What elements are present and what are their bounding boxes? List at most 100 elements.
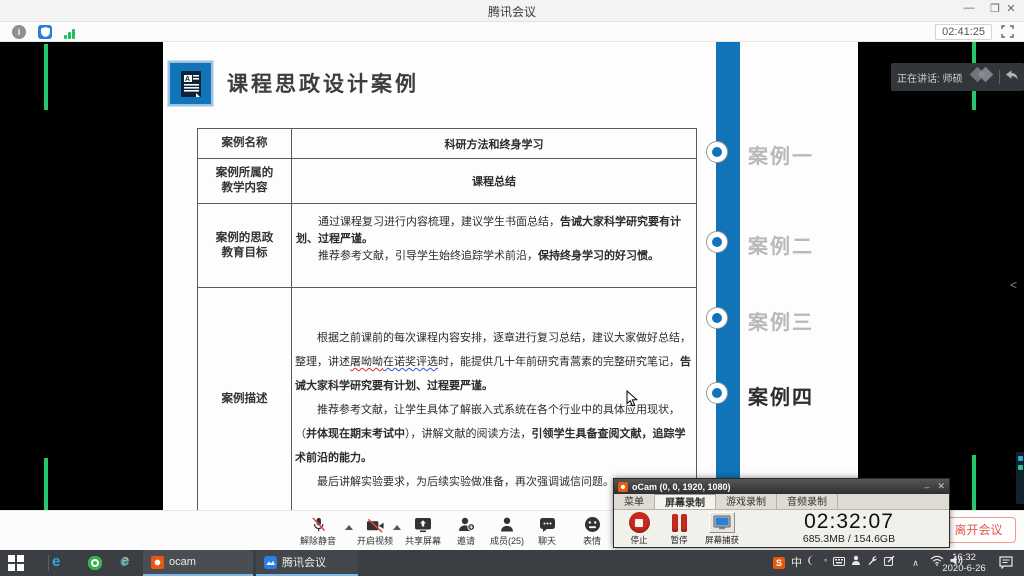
case-table: 案例名称 科研方法和终身学习 案例所属的教学内容 课程总结 案例的思政教育目标 …	[197, 128, 697, 510]
text-segment: 通过课程复习进行内容梳理，建议学生书面总结，	[318, 216, 560, 228]
document-icon: A	[168, 61, 213, 106]
text-segment: 推荐参考文献，引导学生始终追踪学术前沿，	[318, 250, 538, 262]
recording-size: 685.3MB / 154.6GB	[754, 533, 944, 545]
clock-time: 16:32	[938, 552, 990, 563]
ocam-tab-screen-record[interactable]: 屏幕录制	[655, 494, 716, 509]
unmute-button[interactable]: 解除静音	[295, 515, 341, 547]
clock-date: 2020-6-26	[938, 563, 990, 574]
moon-icon[interactable]	[808, 550, 818, 576]
smiley-icon	[569, 515, 615, 533]
ocam-tab-game-record[interactable]: 游戏录制	[716, 494, 777, 509]
stop-icon	[629, 512, 650, 533]
fullscreen-icon[interactable]	[1001, 25, 1014, 43]
taskbar-clock[interactable]: 16:32 2020-6-26	[938, 552, 990, 574]
ocam-tab-audio-record[interactable]: 音频录制	[777, 494, 838, 509]
shield-icon[interactable]	[38, 25, 52, 39]
ocam-title: oCam (0, 0, 1920, 1080)	[632, 482, 916, 492]
mic-muted-icon	[295, 515, 341, 533]
row-value: 通过课程复习进行内容梳理，建议学生书面总结，告诫大家科学研究要有计划、过程严谨。…	[292, 204, 697, 287]
ocam-window[interactable]: oCam (0, 0, 1920, 1080) – ✕ 菜单 屏幕录制 游戏录制…	[613, 478, 950, 548]
taskbar-item-ocam[interactable]: ocam	[143, 550, 253, 576]
divider	[999, 70, 1000, 84]
ocam-logo-icon	[151, 556, 164, 569]
nav-label-case2[interactable]: 案例二	[748, 230, 814, 259]
text-segment: 最后讲解实验要求，为后续实验做准备，再次强调诚信问题。	[317, 476, 614, 488]
panel-collapse-icon[interactable]: <	[1010, 278, 1017, 292]
nav-label-case3[interactable]: 案例三	[748, 306, 814, 335]
ime-indicator[interactable]: 中	[791, 550, 802, 576]
user-icon[interactable]	[851, 550, 861, 576]
text-segment: 并体现在期末考试中	[306, 428, 405, 440]
sogou-icon[interactable]: S	[773, 557, 785, 569]
screen-capture-button[interactable]: 屏幕捕获	[700, 512, 744, 546]
minimize-icon[interactable]: —	[958, 2, 980, 14]
ocam-tab-menu[interactable]: 菜单	[614, 494, 655, 509]
taskbar-item-tencent-meeting[interactable]: 腾讯会议	[256, 550, 358, 576]
side-widget[interactable]	[1016, 452, 1024, 504]
shared-screen: A 课程思政设计案例 案例名称 科研方法和终身学习 案例所属的教学内容 课程总	[0, 42, 1024, 510]
edge-icon[interactable]: e	[52, 553, 60, 570]
table-row: 案例的思政教育目标 通过课程复习进行内容梳理，建议学生书面总结，告诫大家科学研究…	[197, 203, 697, 287]
share-border-green	[44, 44, 48, 110]
table-row: 案例所属的教学内容 课程总结	[197, 158, 697, 203]
close-icon[interactable]: ✕	[1000, 2, 1022, 15]
reply-arrow-icon[interactable]	[1005, 68, 1018, 86]
tencent-meeting-icon	[264, 556, 277, 569]
invite-button[interactable]: 邀请	[443, 515, 489, 547]
chat-button[interactable]: 聊天	[524, 515, 570, 547]
keyboard-icon[interactable]	[833, 550, 845, 576]
row-label: 案例名称	[197, 129, 292, 158]
nav-marker-case1[interactable]	[706, 141, 728, 163]
paragraph: 推荐参考文献，引导学生始终追踪学术前沿，保持终身学习的好习惯。	[292, 248, 696, 265]
monitor-icon	[709, 512, 735, 533]
info-icon[interactable]: i	[12, 25, 26, 39]
ocam-tabs: 菜单 屏幕录制 游戏录制 音频录制	[614, 494, 949, 510]
text-segment: 在诺奖评选	[383, 356, 438, 368]
meeting-duration: 02:41:25	[935, 24, 992, 40]
text-segment: 时，能提供几十年前研究青蒿素的完整研究笔记，	[438, 356, 680, 368]
ocam-titlebar[interactable]: oCam (0, 0, 1920, 1080) – ✕	[614, 479, 949, 494]
ocam-body: 停止 暂停 屏幕捕获 02:32:07 685.3MB / 154.6GB	[614, 510, 949, 547]
emoji-button[interactable]: 表情	[569, 515, 615, 547]
svg-text:A: A	[185, 76, 190, 83]
share-screen-button[interactable]: 共享屏幕	[400, 515, 446, 547]
meeting-statusbar: i 02:41:25	[0, 22, 1024, 42]
slide-title: 课程思政设计案例	[227, 68, 419, 98]
chat-icon	[524, 515, 570, 533]
ocam-close-icon[interactable]: ✕	[937, 481, 945, 492]
edit-note-icon[interactable]	[884, 550, 895, 576]
nav-marker-case3[interactable]	[706, 307, 728, 329]
action-center-icon[interactable]	[999, 556, 1013, 574]
speaker-indicator: 正在讲话: 师硕	[891, 63, 1024, 91]
leave-meeting-button[interactable]: 离开会议	[941, 517, 1016, 543]
start-video-button[interactable]: 开启视频	[352, 515, 398, 547]
paragraph: 根据之前课前的每次课程内容安排，逐章进行复习总结，建议大家做好总结，整理，讲述屠…	[292, 326, 696, 398]
camera-off-icon	[352, 515, 398, 533]
text-segment: ），讲解文献的阅读方法，	[405, 428, 532, 440]
row-label: 案例描述	[197, 288, 292, 510]
row-label: 案例所属的教学内容	[197, 159, 292, 203]
invite-person-icon	[443, 515, 489, 533]
nav-marker-case2[interactable]	[706, 231, 728, 253]
paragraph: 通过课程复习进行内容梳理，建议学生书面总结，告诫大家科学研究要有计划、过程严谨。	[292, 214, 696, 248]
nav-label-case4[interactable]: 案例四	[748, 381, 814, 410]
stop-button[interactable]: 停止	[620, 512, 658, 546]
hidden-icons-chevron[interactable]: ∧	[912, 550, 919, 576]
recording-status: 02:32:07 685.3MB / 154.6GB	[754, 511, 944, 545]
start-button-icon[interactable]	[8, 555, 24, 571]
wrench-icon[interactable]	[867, 550, 878, 576]
nav-marker-case4[interactable]	[706, 382, 728, 404]
divider	[48, 555, 49, 571]
network-signal-icon[interactable]	[64, 27, 78, 39]
row-value: 课程总结	[292, 159, 697, 203]
browser-360-icon[interactable]	[88, 556, 102, 570]
case-nav-bar	[716, 42, 740, 510]
share-border-green	[972, 455, 976, 510]
pause-button[interactable]: 暂停	[660, 512, 698, 546]
share-border-green	[44, 458, 48, 510]
ocam-minimize-icon[interactable]: –	[924, 482, 929, 492]
text-segment: 保持终身学习的好习惯。	[538, 250, 659, 262]
nav-label-case1[interactable]: 案例一	[748, 140, 814, 169]
screen: 腾讯会议 — ❐ ✕ i 02:41:25	[0, 0, 1024, 576]
ie-icon[interactable]: e	[120, 553, 128, 570]
